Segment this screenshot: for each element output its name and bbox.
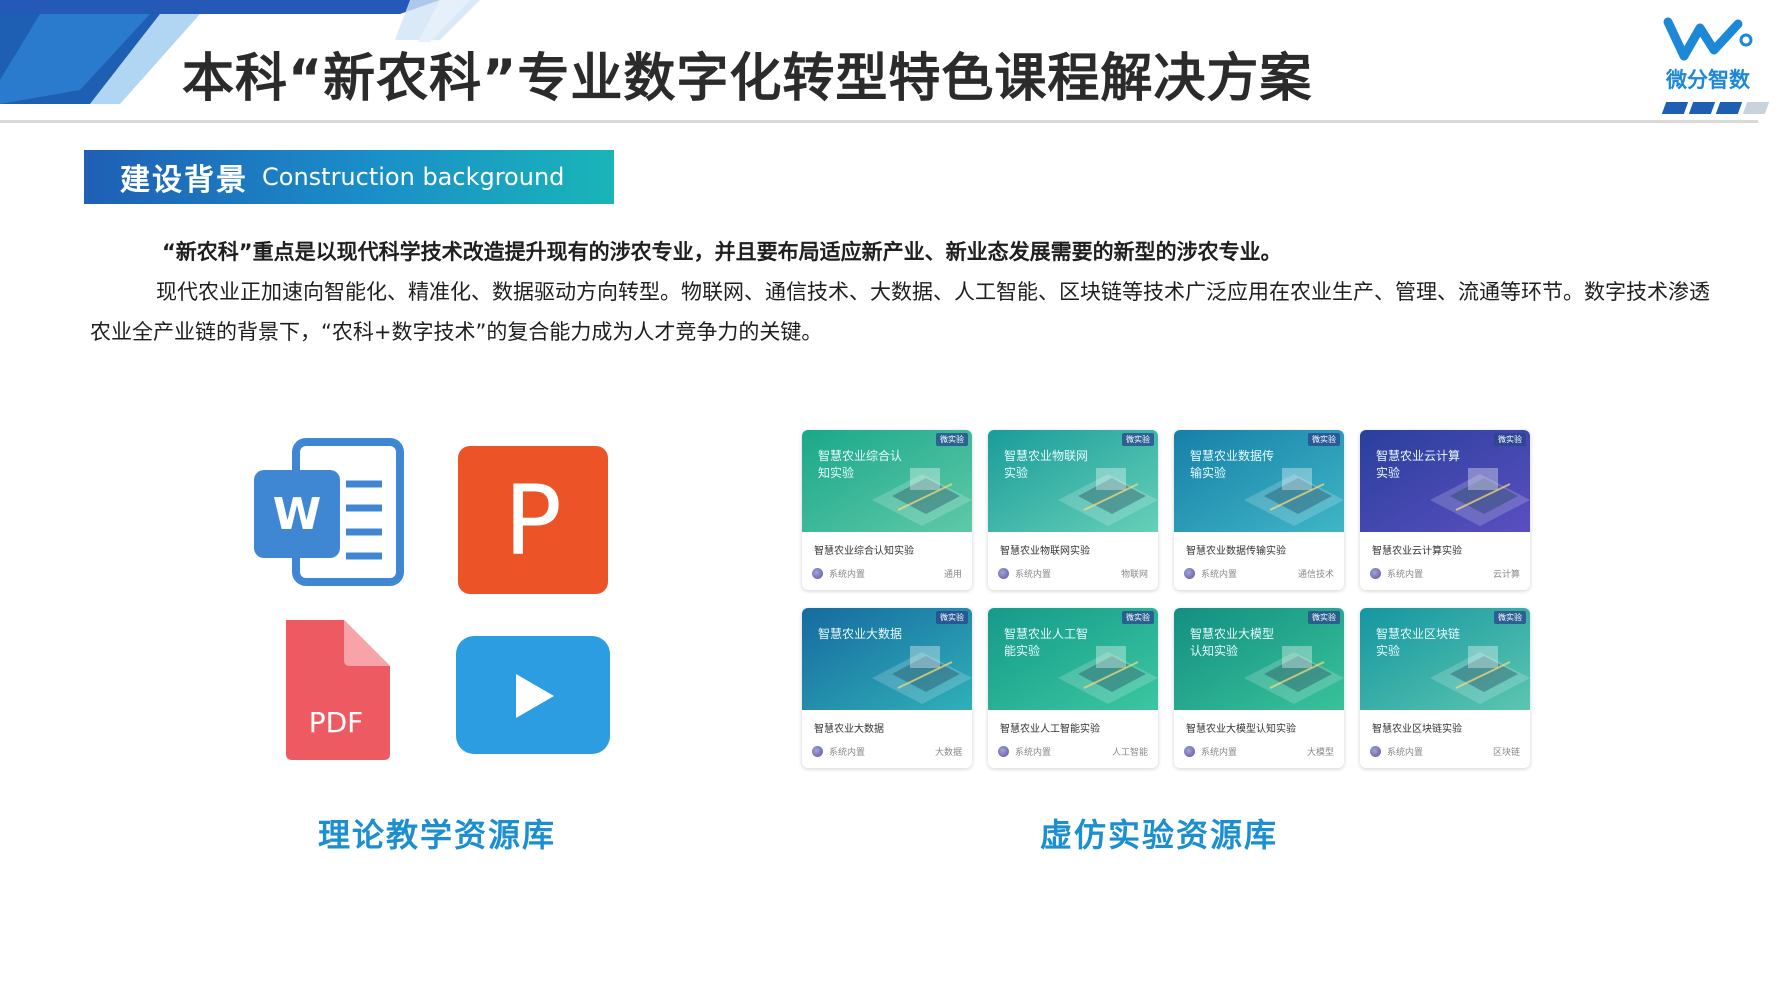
lab-card-source: 系统内置 xyxy=(1201,748,1238,758)
source-avatar-icon xyxy=(812,746,823,757)
lab-card-badge: 微实验 xyxy=(1308,611,1340,624)
lab-card-source: 系统内置 xyxy=(1387,748,1424,758)
lab-card-badge: 微实验 xyxy=(936,433,968,446)
source-avatar-icon xyxy=(812,568,823,579)
lab-card-thumbnail: 智慧农业区块链实验 微实验 xyxy=(1360,608,1530,710)
lab-card-name: 智慧农业大模型认知实验 xyxy=(1186,724,1296,735)
section-title-en: Construction background xyxy=(262,163,565,191)
word-icon: W xyxy=(254,438,404,586)
lab-card-source: 系统内置 xyxy=(829,748,866,758)
lab-card-name: 智慧农业大数据 xyxy=(814,724,884,735)
lab-card-thumb-title: 智慧农业大模型认知实验 xyxy=(1190,627,1275,658)
lab-card-tag: 通用 xyxy=(943,570,962,580)
lab-card-name: 智慧农业云计算实验 xyxy=(1372,546,1462,557)
lab-card-source: 系统内置 xyxy=(1387,570,1424,580)
source-avatar-icon xyxy=(998,746,1009,757)
svg-text:PDF: PDF xyxy=(309,706,364,739)
lab-card-thumbnail: 智慧农业数据传输实验 微实验 xyxy=(1174,430,1344,532)
lab-card-source: 系统内置 xyxy=(1201,570,1238,580)
lab-card-name: 智慧农业数据传输实验 xyxy=(1186,546,1286,557)
lab-card-meta: 系统内置 物联网 xyxy=(998,567,1148,580)
lab-card[interactable]: 智慧农业数据传输实验 微实验 智慧农业数据传输实验 系统内置 通信技术 xyxy=(1174,430,1344,590)
lab-card-meta: 系统内置 云计算 xyxy=(1370,567,1520,580)
svg-text:P: P xyxy=(504,465,562,577)
header-divider xyxy=(0,120,1758,123)
lab-card-name: 智慧农业综合认知实验 xyxy=(814,546,914,557)
lab-card-tag: 大数据 xyxy=(934,748,962,758)
paragraph-background: 现代农业正加速向智能化、精准化、数据驱动方向转型。物联网、通信技术、大数据、人工… xyxy=(90,280,1710,344)
lab-card-tag: 通信技术 xyxy=(1297,570,1334,580)
lab-card-badge: 微实验 xyxy=(1494,433,1526,446)
lab-card-thumbnail: 智慧农业大模型认知实验 微实验 xyxy=(1174,608,1344,710)
lab-card-tag: 物联网 xyxy=(1120,570,1148,580)
lab-card[interactable]: 智慧农业综合认知实验 微实验 智慧农业综合认知实验 系统内置 通用 xyxy=(802,430,972,590)
section-title-cn: 建设背景 xyxy=(120,163,248,198)
lab-card-badge: 微实验 xyxy=(1308,433,1340,446)
lab-card-thumbnail: 智慧农业云计算实验 微实验 xyxy=(1360,430,1530,532)
page-title: 本科“新农科”专业数字化转型特色课程解决方案 xyxy=(182,49,1313,109)
lab-card-badge: 微实验 xyxy=(936,611,968,624)
lab-card-meta: 系统内置 大数据 xyxy=(812,745,962,758)
lab-card-name: 智慧农业物联网实验 xyxy=(1000,546,1090,557)
lab-card-thumb-title: 智慧农业物联网实验 xyxy=(1004,449,1089,480)
lab-card-source: 系统内置 xyxy=(1015,748,1052,758)
lab-card-source: 系统内置 xyxy=(829,570,866,580)
lab-card-thumb-title: 智慧农业人工智能实验 xyxy=(1004,627,1089,658)
lab-card[interactable]: 智慧农业大模型认知实验 微实验 智慧农业大模型认知实验 系统内置 大模型 xyxy=(1174,608,1344,768)
lab-card-thumbnail: 智慧农业人工智能实验 微实验 xyxy=(988,608,1158,710)
section-banner: 建设背景 Construction background xyxy=(84,150,614,204)
brand-logo-bars xyxy=(1661,102,1770,114)
lab-card-meta: 系统内置 区块链 xyxy=(1370,745,1520,758)
lab-card[interactable]: 智慧农业人工智能实验 微实验 智慧农业人工智能实验 系统内置 人工智能 xyxy=(988,608,1158,768)
source-avatar-icon xyxy=(1184,568,1195,579)
svg-text:W: W xyxy=(273,489,322,540)
source-avatar-icon xyxy=(1370,746,1381,757)
lab-card-thumb-title: 智慧农业综合认知实验 xyxy=(818,449,903,480)
lab-card-source: 系统内置 xyxy=(1015,570,1052,580)
lab-card-badge: 微实验 xyxy=(1494,611,1526,624)
lab-card-meta: 系统内置 通信技术 xyxy=(1184,567,1334,580)
lab-card-thumb-title: 智慧农业区块链实验 xyxy=(1376,627,1461,658)
lab-card-tag: 云计算 xyxy=(1492,570,1520,580)
lab-card-meta: 系统内置 通用 xyxy=(812,567,962,580)
lab-card-badge: 微实验 xyxy=(1122,433,1154,446)
virtual-lab-card-grid: 智慧农业综合认知实验 微实验 智慧农业综合认知实验 系统内置 通用 智慧农业物联… xyxy=(802,430,1532,768)
lab-card-tag: 大模型 xyxy=(1306,748,1334,758)
theory-resource-icons: W P PDF xyxy=(254,438,610,760)
source-avatar-icon xyxy=(998,568,1009,579)
lab-card-name: 智慧农业人工智能实验 xyxy=(1000,724,1100,735)
virtual-library-label: 虚仿实验资源库 xyxy=(1040,816,1279,854)
lab-card[interactable]: 智慧农业大数据 微实验 智慧农业大数据 系统内置 大数据 xyxy=(802,608,972,768)
source-avatar-icon xyxy=(1184,746,1195,757)
theory-library-label: 理论教学资源库 xyxy=(318,816,557,854)
lab-card[interactable]: 智慧农业物联网实验 微实验 智慧农业物联网实验 系统内置 物联网 xyxy=(988,430,1158,590)
paragraph-key-point: “新农科”重点是以现代科学技术改造提升现有的涉农专业，并且要布局适应新产业、新业… xyxy=(162,240,1282,264)
lab-card[interactable]: 智慧农业区块链实验 微实验 智慧农业区块链实验 系统内置 区块链 xyxy=(1360,608,1530,768)
pdf-icon: PDF xyxy=(286,620,390,760)
lab-card-name: 智慧农业区块链实验 xyxy=(1372,724,1462,735)
lab-card-badge: 微实验 xyxy=(1122,611,1154,624)
lab-card-meta: 系统内置 大模型 xyxy=(1184,745,1334,758)
lab-card[interactable]: 智慧农业云计算实验 微实验 智慧农业云计算实验 系统内置 云计算 xyxy=(1360,430,1530,590)
lab-card-thumbnail: 智慧农业综合认知实验 微实验 xyxy=(802,430,972,532)
lab-card-meta: 系统内置 人工智能 xyxy=(998,745,1148,758)
lab-card-tag: 人工智能 xyxy=(1111,748,1148,758)
lab-card-thumb-title: 智慧农业大数据 xyxy=(818,627,903,641)
lab-card-thumbnail: 智慧农业大数据 微实验 xyxy=(802,608,972,710)
video-play-icon xyxy=(456,636,610,754)
powerpoint-icon: P xyxy=(458,446,608,594)
lab-card-tag: 区块链 xyxy=(1492,748,1520,758)
lab-card-thumbnail: 智慧农业物联网实验 微实验 xyxy=(988,430,1158,532)
brand-logo-text: 微分智数 xyxy=(1666,68,1750,92)
source-avatar-icon xyxy=(1370,568,1381,579)
lab-card-thumb-title: 智慧农业云计算实验 xyxy=(1376,449,1461,480)
lab-card-thumb-title: 智慧农业数据传输实验 xyxy=(1190,449,1275,480)
